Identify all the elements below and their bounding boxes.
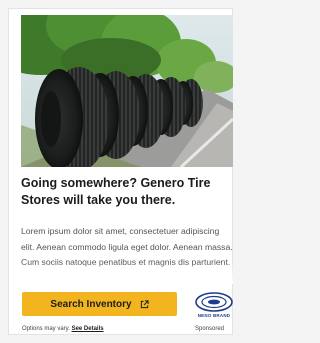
brand-logo[interactable]: NENO BRAND (190, 291, 238, 321)
disclaimer: Options may vary. See Details (22, 326, 104, 332)
see-details-link[interactable]: See Details (72, 326, 104, 332)
ad-body: Lorem ipsum dolor sit amet, consectetuer… (21, 224, 233, 284)
search-inventory-button[interactable]: Search Inventory (22, 292, 177, 316)
ad-card[interactable]: Going somewhere? Genero Tire Stores will… (8, 8, 233, 335)
sponsored-label: Sponsored (195, 326, 225, 332)
hero-image[interactable] (21, 15, 233, 167)
brand-logo-icon (195, 292, 233, 312)
ad-headline[interactable]: Going somewhere? Genero Tire Stores will… (21, 175, 233, 209)
brand-name: NENO BRAND (197, 313, 231, 318)
text-fade (21, 262, 233, 284)
external-link-icon (140, 299, 149, 309)
disclaimer-text: Options may vary. (22, 326, 70, 332)
cta-label: Search Inventory (50, 298, 132, 310)
